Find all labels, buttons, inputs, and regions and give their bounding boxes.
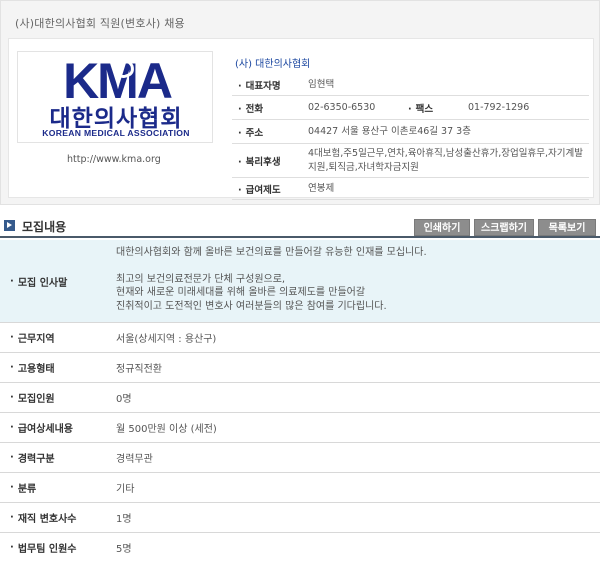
company-panel: (사)대한의사협회 직원(변호사) 채용 KMA 대한의사협회 KOREAN M… <box>0 0 600 205</box>
detail-value: 0명 <box>116 394 132 405</box>
phone-value: 02-6350-6530 <box>308 101 376 113</box>
info-row-address: 주소 04427 서울 용산구 이촌로46길 37 3층 <box>232 120 589 144</box>
info-value: 연봉제 <box>308 182 335 194</box>
greeting-line: 현재와 새로운 미래세대를 위해 올바른 의료제도를 만들어갈 <box>116 287 366 298</box>
greeting-line: 진취적이고 도전적인 변호사 여러분들의 많은 참여를 기다립니다. <box>116 300 387 312</box>
section-title: 모집내용 <box>22 220 67 234</box>
kma-letters: KMA <box>63 56 172 102</box>
detail-label: 근무지역 <box>0 323 116 352</box>
greeting-row: 모집 인사말 대한의사협회와 함께 올바른 보건의료를 만들어갈 유능한 인재를… <box>0 240 600 323</box>
info-value: 임현택 <box>308 78 335 90</box>
detail-value: 월 500만원 이상 (세전) <box>116 424 217 435</box>
greeting-line: 대한의사협회와 함께 올바른 보건의료를 만들어갈 유능한 인재를 모십니다. <box>116 247 427 258</box>
detail-label: 급여상세내용 <box>0 413 116 442</box>
detail-label: 모집인원 <box>0 383 116 412</box>
detail-label: 재직 변호사수 <box>0 503 116 532</box>
info-label: 전화 <box>232 101 308 115</box>
info-label: 급여제도 <box>232 182 308 196</box>
greeting-text: 대한의사협회와 함께 올바른 보건의료를 만들어갈 유능한 인재를 모십니다. … <box>116 240 600 322</box>
detail-label: 법무팀 인원수 <box>0 533 116 562</box>
arrow-bullet-icon <box>4 220 15 231</box>
print-button[interactable]: 인쇄하기 <box>414 219 470 236</box>
detail-value: 서울(상세지역 : 용산구) <box>116 334 217 345</box>
fax-value: 01-792-1296 <box>468 101 530 113</box>
detail-row-career: 경력구분 경력무관 <box>0 443 600 473</box>
detail-value: 경력무관 <box>116 454 153 465</box>
info-row-benefits: 복리후생 4대보험,주5일근무,연차,육아휴직,남성출산휴가,장업일휴무,자기계… <box>232 144 589 178</box>
detail-value: 정규직전환 <box>116 364 162 375</box>
company-info-box: KMA 대한의사협회 KOREAN MEDICAL ASSOCIATION ht… <box>8 38 594 200</box>
detail-row-headcount: 모집인원 0명 <box>0 383 600 413</box>
greeting-line: 최고의 보건의료전문가 단체 구성원으로, <box>116 273 286 285</box>
recruitment-details: 모집 인사말 대한의사협회와 함께 올바른 보건의료를 만들어갈 유능한 인재를… <box>0 240 600 562</box>
info-value: 04427 서울 용산구 이촌로46길 37 3층 <box>308 125 471 137</box>
detail-label: 경력구분 <box>0 443 116 472</box>
detail-label: 분류 <box>0 473 116 502</box>
company-name: (사) 대한의사협회 <box>235 59 311 70</box>
panel-title: (사)대한의사협회 직원(변호사) 채용 <box>15 17 185 30</box>
info-row-phone: 전화 02-6350-6530 팩스 01-792-1296 <box>232 96 589 120</box>
section-header: 모집내용 인쇄하기 스크랩하기 목록보기 <box>0 214 600 238</box>
detail-value: 5명 <box>116 544 132 555</box>
list-button[interactable]: 목록보기 <box>538 219 596 236</box>
logo-english-text: KOREAN MEDICAL ASSOCIATION <box>42 128 190 138</box>
company-info-table: 대표자명 임현택 전화 02-6350-6530 팩스 01-792-1296 … <box>232 74 589 200</box>
detail-row-salary: 급여상세내용 월 500만원 이상 (세전) <box>0 413 600 443</box>
info-label: 복리후생 <box>232 154 308 168</box>
info-label: 대표자명 <box>232 78 308 92</box>
detail-value: 기타 <box>116 484 135 495</box>
company-logo: KMA 대한의사협회 KOREAN MEDICAL ASSOCIATION <box>17 51 213 143</box>
detail-row-lawyers: 재직 변호사수 1명 <box>0 503 600 533</box>
fax-label: 팩스 <box>408 101 468 115</box>
info-row-salary-system: 급여제도 연봉제 <box>232 178 589 200</box>
kma-logo-mark: KMA <box>63 56 174 102</box>
detail-label: 고용형태 <box>0 353 116 382</box>
detail-value: 1명 <box>116 514 132 525</box>
detail-row-employment-type: 고용형태 정규직전환 <box>0 353 600 383</box>
info-value: 4대보험,주5일근무,연차,육아휴직,남성출산휴가,장업일휴무,자기계발지원,퇴… <box>308 147 583 173</box>
detail-label: 모집 인사말 <box>0 240 116 322</box>
detail-row-location: 근무지역 서울(상세지역 : 용산구) <box>0 323 600 353</box>
detail-row-category: 분류 기타 <box>0 473 600 503</box>
scrap-button[interactable]: 스크랩하기 <box>474 219 534 236</box>
homepage-link[interactable]: http://www.kma.org <box>67 154 161 165</box>
info-row-ceo: 대표자명 임현택 <box>232 74 589 96</box>
info-label: 주소 <box>232 125 308 139</box>
detail-row-legal-team: 법무팀 인원수 5명 <box>0 533 600 562</box>
